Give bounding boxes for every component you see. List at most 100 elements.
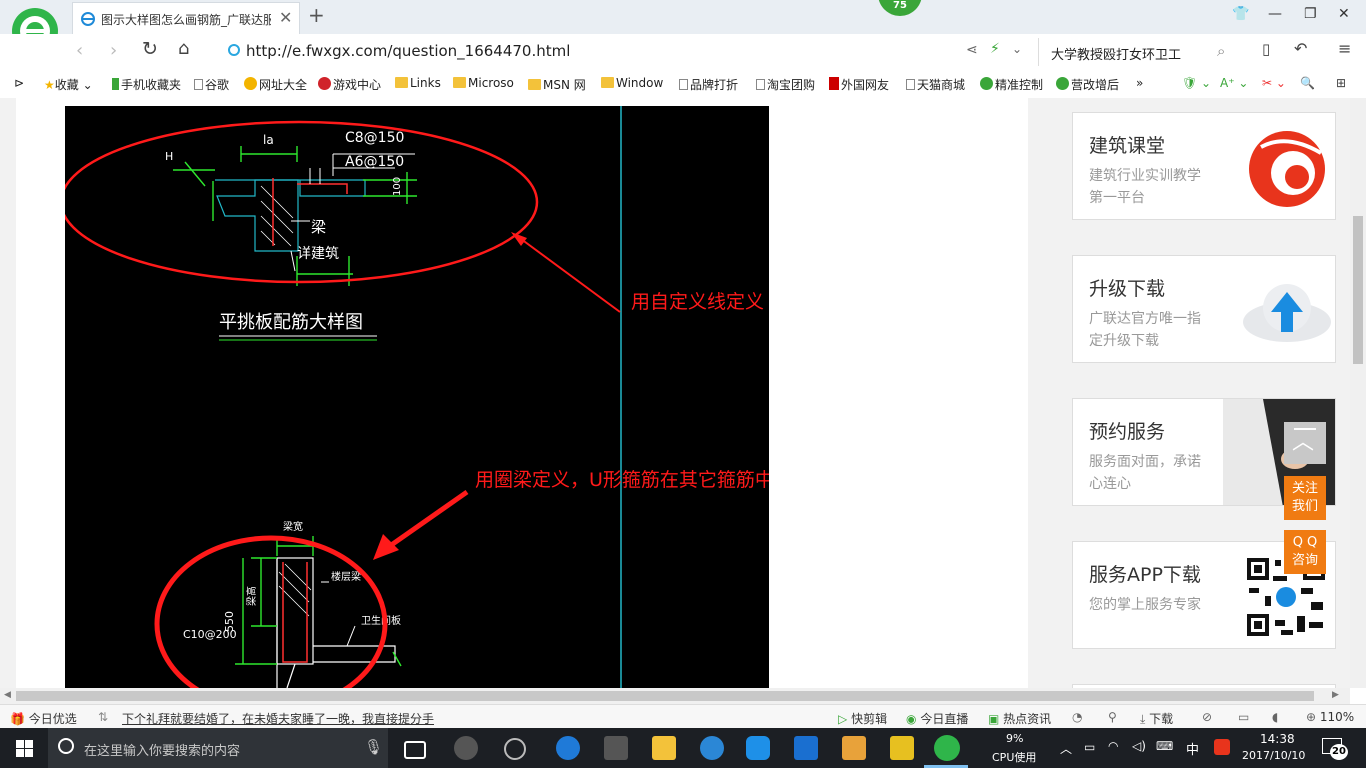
sogou-icon[interactable] xyxy=(1214,739,1230,755)
sidebar-toggle-icon[interactable]: ⊳ xyxy=(14,76,24,90)
apps-icon[interactable]: ⊞ xyxy=(1336,76,1346,90)
undo-icon[interactable]: ↶ xyxy=(1294,39,1307,58)
windows-start-icon[interactable] xyxy=(16,740,33,757)
pin-icon[interactable]: ⚲ xyxy=(1108,710,1117,724)
edge-icon[interactable] xyxy=(556,736,580,760)
windows-taskbar: 在这里输入你要搜索的内容 🎙 9% CPU使用 ︿ ▭ ◠ ◁) ⌨ 中 14:… xyxy=(0,728,1366,768)
help-icon[interactable] xyxy=(890,736,914,760)
ime-indicator[interactable]: 中 xyxy=(1186,739,1199,758)
bookmark-brand[interactable]: 品牌打折 xyxy=(679,76,738,93)
score-badge[interactable]: 75 xyxy=(878,0,922,16)
sound-icon[interactable]: ◖ xyxy=(1272,710,1278,724)
today-picks[interactable]: 🎁 今日优选 xyxy=(10,710,77,727)
lightning-icon[interactable]: ⚡ xyxy=(990,41,1000,57)
speed-icon[interactable]: ◔ xyxy=(1072,710,1082,724)
card-upgrade-download[interactable]: 升级下载 广联达官方唯一指定升级下载 xyxy=(1072,255,1336,363)
maximize-button[interactable]: ❐ xyxy=(1304,6,1317,22)
bookmark-mobile[interactable]: 手机收藏夹 xyxy=(112,76,181,93)
browser-taskbar-icon[interactable] xyxy=(934,735,960,761)
cleanup-icon[interactable]: ⊘ xyxy=(1202,710,1212,724)
microphone-icon[interactable]: 🎙 xyxy=(364,738,383,756)
more-bookmarks-icon[interactable]: » xyxy=(1136,76,1143,90)
taskbar-search-input[interactable]: 在这里输入你要搜索的内容 xyxy=(84,740,240,759)
translate-icon[interactable]: A⁺ ⌄ xyxy=(1220,76,1248,90)
card-title: 预约服务 xyxy=(1089,421,1166,443)
floor-beam-label: 楼层梁 xyxy=(331,570,361,583)
tab-bar: 图示大样图怎么画钢筋_广联达服 ✕ + 75 👕 — ❐ ✕ xyxy=(0,0,1366,34)
glodon-logo-icon xyxy=(1249,131,1325,207)
app-pinwheel-icon[interactable] xyxy=(454,736,478,760)
notification-center[interactable]: 20 xyxy=(1322,738,1348,760)
share-icon[interactable]: ⋖ xyxy=(966,42,978,58)
clock-time[interactable]: 14:38 xyxy=(1260,732,1295,746)
bookmark-games[interactable]: 游戏中心 xyxy=(318,76,381,93)
news-ticker-link[interactable]: 下个礼拜就要结婚了，在未婚夫家睡了一晚，我直接提分手 xyxy=(122,710,434,727)
hot-news-button[interactable]: ▣ 热点资讯 xyxy=(988,710,1051,727)
back-icon[interactable]: ‹ xyxy=(76,40,83,61)
tab-close-icon[interactable]: ✕ xyxy=(279,8,292,27)
refresh-icon[interactable]: ↻ xyxy=(142,38,158,60)
download-button[interactable]: ⤓ 下载 xyxy=(1140,710,1173,727)
ie-icon[interactable] xyxy=(700,736,724,760)
task-view-icon[interactable] xyxy=(404,741,426,759)
scroll-right-icon[interactable]: ▶ xyxy=(1332,690,1339,700)
volume-icon[interactable]: ◁) xyxy=(1132,739,1146,753)
file-explorer-icon[interactable] xyxy=(652,736,676,760)
home-icon[interactable]: ⌂ xyxy=(178,38,189,59)
follow-us-button[interactable]: 关注 我们 xyxy=(1284,476,1326,520)
horizontal-scrollbar-thumb[interactable] xyxy=(16,691,1314,701)
search-icon[interactable]: ⌕ xyxy=(1217,42,1225,60)
bookmark-windows[interactable]: Window xyxy=(601,76,663,90)
store-icon[interactable] xyxy=(604,736,628,760)
keyboard-icon[interactable]: ⌨ xyxy=(1156,739,1173,753)
menu-icon[interactable]: ≡ xyxy=(1338,39,1351,58)
search-input[interactable]: 大学教授殴打女环卫工 xyxy=(1051,44,1181,63)
quick-cut-button[interactable]: ▷ 快剪辑 xyxy=(838,710,887,727)
zoom-control[interactable]: ⊕ 110% xyxy=(1306,710,1354,724)
vertical-scrollbar-thumb[interactable] xyxy=(1353,216,1363,364)
bookmark-links[interactable]: Links xyxy=(395,76,441,90)
bookmark-nav[interactable]: 网址大全 xyxy=(244,76,307,93)
shield-icon[interactable]: 🛡 ⌄ xyxy=(1182,76,1211,90)
glodon-g-icon[interactable] xyxy=(746,736,770,760)
bookmark-google[interactable]: 谷歌 xyxy=(194,76,229,93)
clock-date[interactable]: 2017/10/10 xyxy=(1242,749,1305,762)
bookmark-vat[interactable]: 营改增后 xyxy=(1056,76,1119,93)
forward-icon[interactable]: › xyxy=(110,40,117,61)
bookmark-favorites[interactable]: ★收藏 ⌄ xyxy=(44,76,93,93)
close-window-button[interactable]: ✕ xyxy=(1338,6,1350,22)
chevron-down-icon[interactable]: ⌄ xyxy=(1012,42,1022,56)
notepad-icon[interactable] xyxy=(842,736,866,760)
phone-icon[interactable]: ▯ xyxy=(1262,40,1270,58)
bookmark-precision[interactable]: 精准控制 xyxy=(980,76,1043,93)
url-input[interactable]: http://e.fwxgx.com/question_1664470.html xyxy=(246,42,570,60)
minimize-button[interactable]: — xyxy=(1268,6,1282,22)
scissors-icon[interactable]: ✂ ⌄ xyxy=(1262,76,1286,90)
card-building-class[interactable]: 建筑课堂 建筑行业实训教学第一平台 xyxy=(1072,112,1336,220)
search-box[interactable]: 大学教授殴打女环卫工 ⌕ xyxy=(1038,38,1249,66)
tab-active[interactable]: 图示大样图怎么画钢筋_广联达服 ✕ xyxy=(72,2,300,34)
tray-expand-icon[interactable]: ︿ xyxy=(1060,740,1072,757)
magnifier-icon[interactable]: 🔍 xyxy=(1300,76,1315,90)
battery-icon[interactable]: ▭ xyxy=(1084,740,1095,754)
bookmark-taobao[interactable]: 淘宝团购 xyxy=(756,76,815,93)
vertical-scrollbar[interactable] xyxy=(1350,98,1366,688)
horizontal-scrollbar[interactable]: ◀ ▶ xyxy=(0,688,1350,704)
bookmark-tmall[interactable]: 天猫商城 xyxy=(906,76,965,93)
shirt-icon[interactable]: 👕 xyxy=(1232,6,1249,22)
bookmark-msn[interactable]: MSN 网 xyxy=(528,76,586,93)
tab-title: 图示大样图怎么画钢筋_广联达服 xyxy=(101,13,271,27)
taskbar-search[interactable]: 在这里输入你要搜索的内容 🎙 xyxy=(48,728,388,768)
bookmark-foreign[interactable]: 外国网友 xyxy=(829,76,889,93)
app-spiral-icon[interactable] xyxy=(504,738,526,760)
app-plus-icon[interactable] xyxy=(794,736,818,760)
back-to-top-button[interactable]: ︿ xyxy=(1284,422,1326,464)
wifi-icon[interactable]: ◠ xyxy=(1108,739,1118,753)
window-icon[interactable]: ▭ xyxy=(1238,710,1249,724)
scroll-left-icon[interactable]: ◀ xyxy=(4,690,11,700)
live-button[interactable]: ◉ 今日直播 xyxy=(906,710,968,727)
bookmark-microsoft[interactable]: Microso xyxy=(453,76,514,90)
new-tab-button[interactable]: + xyxy=(308,3,325,27)
drawing-caption: 平挑板配筋大样图 xyxy=(219,312,363,333)
qq-consult-button[interactable]: Q Q 咨询 xyxy=(1284,530,1326,574)
